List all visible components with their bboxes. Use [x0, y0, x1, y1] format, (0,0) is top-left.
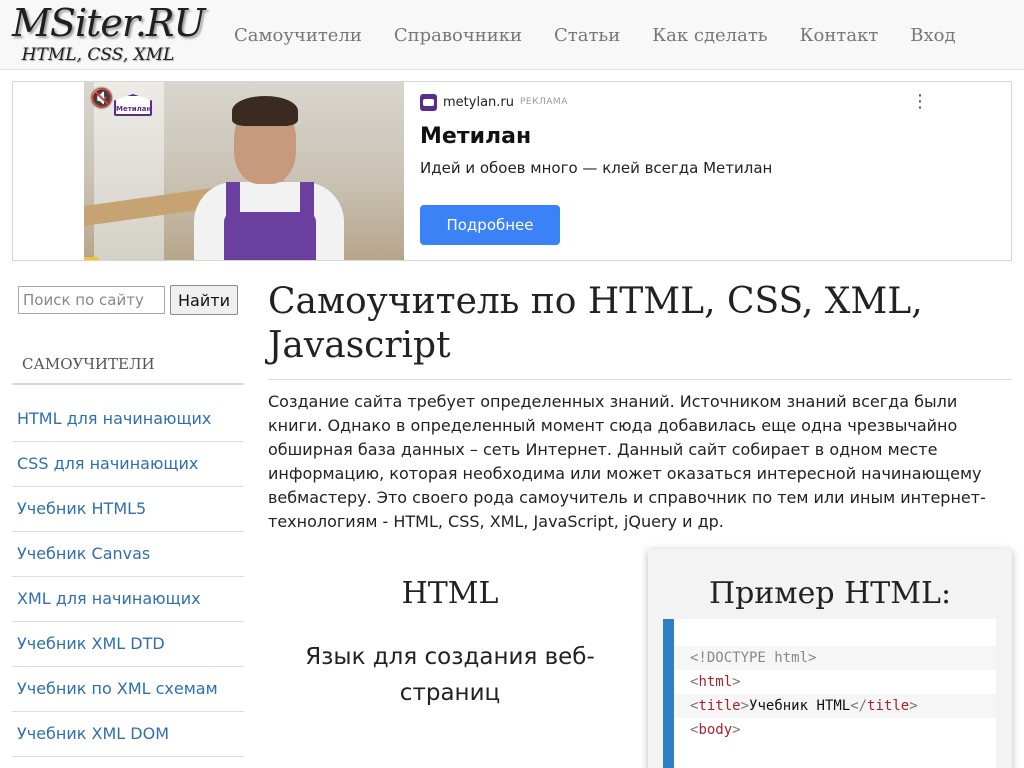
ad-video[interactable]: 🔇 Метилан — [84, 82, 404, 260]
ad-banner: 🔇 Метилан metylan.ru РЕКЛАМА ⋮ Метилан И… — [12, 81, 1012, 261]
sidebar-list: HTML для начинающих CSS для начинающих У… — [12, 397, 244, 757]
example-title: Пример HTML: — [708, 576, 952, 611]
logo-sub-text: HTML, CSS, XML — [21, 45, 175, 65]
code-doctype: <!DOCTYPE html> — [690, 650, 817, 666]
ad-photo-person-hair — [232, 96, 298, 126]
nav-articles[interactable]: Статьи — [538, 25, 636, 46]
sidebar-heading: САМОУЧИТЕЛИ — [12, 345, 244, 385]
page-title: Самоучитель по HTML, CSS, XML, Javascrip… — [268, 281, 923, 366]
search-button[interactable]: Найти — [170, 285, 238, 315]
ad-domain[interactable]: metylan.ru — [443, 95, 514, 110]
sidebar-item-html-beginners[interactable]: HTML для начинающих — [12, 397, 244, 442]
nav-references[interactable]: Справочники — [378, 25, 538, 46]
code-tag: title — [867, 698, 910, 714]
sidebar-item-canvas[interactable]: Учебник Canvas — [12, 532, 244, 577]
code-text: Учебник HTML — [749, 698, 851, 714]
volume-muted-icon[interactable]: 🔇 — [90, 88, 114, 110]
search-input[interactable] — [18, 286, 165, 314]
logo-main-text: MSiter.RU — [12, 1, 206, 45]
intro-paragraph: Создание сайта требует определенных знан… — [268, 392, 986, 531]
title-divider — [268, 379, 1012, 380]
code-tag: html — [698, 674, 733, 690]
code-bracket: </ — [850, 698, 868, 714]
code-tag: body — [698, 722, 733, 738]
sidebar-item-xml-dom[interactable]: Учебник XML DOM — [12, 712, 244, 757]
site-logo[interactable]: MSiter.RU HTML, CSS, XML — [12, 1, 206, 68]
code-bracket: > — [732, 674, 741, 690]
nav-contact[interactable]: Контакт — [784, 25, 895, 46]
ad-more-button[interactable]: Подробнее — [420, 205, 560, 245]
html-section-subtitle: Язык для создания веб-страниц — [305, 644, 595, 706]
sidebar-item-xml-beginners[interactable]: XML для начинающих — [12, 577, 244, 622]
html-example-card: Пример HTML: <!DOCTYPE html> <html> <tit… — [648, 549, 1012, 768]
html-section-heading[interactable]: HTML — [268, 575, 632, 613]
code-bracket: > — [732, 722, 741, 738]
main-nav: Самоучители Справочники Статьи Как сдела… — [218, 0, 972, 70]
code-line: <title>Учебник HTML</title> — [674, 694, 996, 718]
ad-favicon-icon — [420, 93, 437, 111]
ad-title[interactable]: Метилан — [420, 124, 531, 149]
ad-text: Идей и обоев много — клей всегда Метилан — [420, 159, 773, 177]
nav-how-to[interactable]: Как сделать — [636, 25, 783, 46]
ad-label: РЕКЛАМА — [520, 97, 568, 107]
ad-video-progress — [84, 257, 98, 260]
sidebar-item-css-beginners[interactable]: CSS для начинающих — [12, 442, 244, 487]
nav-login[interactable]: Вход — [894, 25, 971, 46]
code-bracket: > — [909, 698, 918, 714]
code-line: <body> — [674, 718, 996, 742]
ad-domain-row: metylan.ru РЕКЛАМА — [420, 92, 568, 112]
more-vertical-icon[interactable]: ⋮ — [911, 92, 929, 112]
code-bracket: > — [740, 698, 750, 714]
sidebar-item-xml-dtd[interactable]: Учебник XML DTD — [12, 622, 244, 667]
code-tag: title — [698, 698, 741, 714]
sidebar-item-xml-schema[interactable]: Учебник по XML схемам — [12, 667, 244, 712]
code-example: <!DOCTYPE html> <html> <title>Учебник HT… — [663, 619, 996, 768]
code-line: <!DOCTYPE html> — [674, 646, 996, 670]
code-line: <html> — [674, 670, 996, 694]
nav-tutorials[interactable]: Самоучители — [218, 25, 378, 46]
site-header: MSiter.RU HTML, CSS, XML Самоучители Спр… — [0, 0, 1024, 70]
ad-photo-overalls — [224, 212, 316, 260]
sidebar-item-html5[interactable]: Учебник HTML5 — [12, 487, 244, 532]
